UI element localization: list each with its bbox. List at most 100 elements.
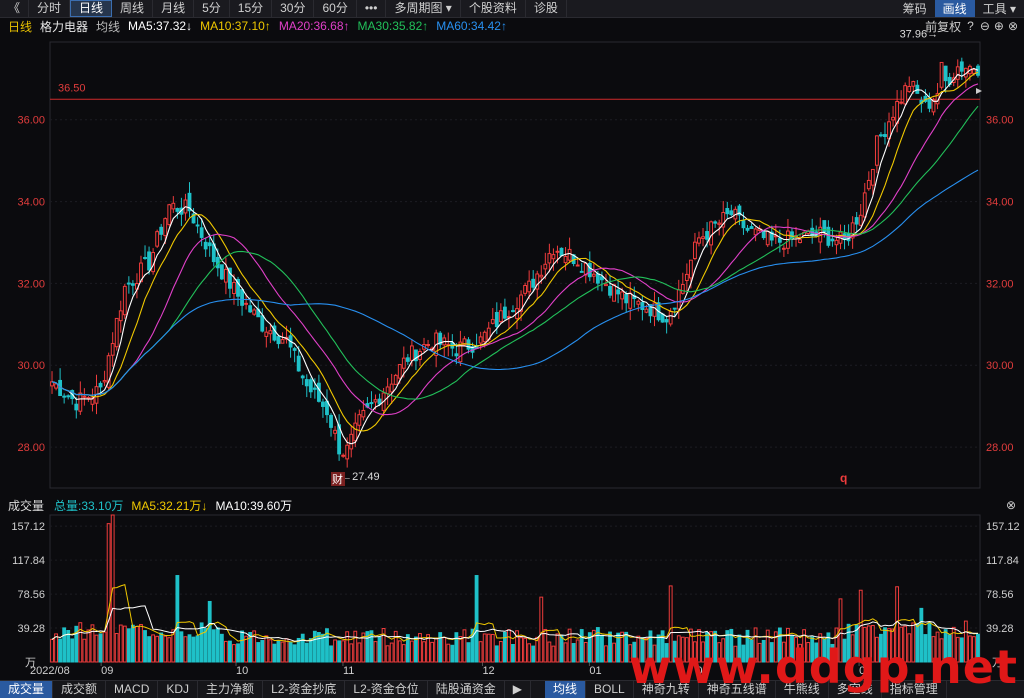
volume-bar [551, 645, 556, 663]
volume-bar [462, 629, 467, 663]
candle-body [389, 383, 394, 393]
candle-body [361, 409, 366, 418]
candle-body [494, 311, 499, 328]
indicator-tab-5[interactable]: L2-资金抄底 [263, 681, 346, 698]
volume-bar [519, 637, 523, 663]
candle-body [300, 375, 305, 379]
volume-bar [600, 634, 604, 663]
candle-body [385, 386, 390, 395]
candle-body [931, 99, 936, 113]
candle-body [110, 343, 115, 356]
hline-label: 36.50 [58, 82, 86, 94]
candle-body [260, 315, 265, 332]
candle-body [195, 224, 200, 227]
candle-body [620, 291, 625, 300]
volume-bar [458, 636, 463, 663]
volume-bar [66, 629, 71, 663]
price-tick-left: 34.00 [17, 197, 45, 209]
candle-body [240, 289, 244, 306]
volume-bar [256, 642, 261, 663]
candle-body [672, 307, 677, 310]
volume-bar [385, 645, 390, 663]
volume-bar [434, 637, 439, 663]
candle-body [171, 202, 176, 210]
volume-bar [531, 645, 536, 663]
x-label: 11 [343, 665, 354, 677]
candle-body [143, 257, 147, 260]
volume-bar [369, 630, 374, 663]
volume-bar [223, 640, 228, 663]
candle-body [264, 331, 269, 337]
candle-body [199, 227, 204, 238]
candle-body [409, 345, 414, 361]
volume-bar [389, 642, 394, 663]
volume-bar [106, 523, 111, 663]
candle-body [147, 251, 151, 271]
candle-body [899, 101, 904, 104]
candle-body [167, 204, 172, 226]
candle-body [955, 66, 960, 80]
candle-body [854, 217, 859, 225]
candle-body [701, 236, 705, 239]
price-panel [49, 41, 981, 489]
volume-bar [583, 641, 588, 663]
volume-bar [272, 643, 277, 663]
candle-body [159, 226, 164, 235]
volume-bar [466, 642, 471, 663]
candle-body [834, 239, 839, 246]
volume-bar [228, 640, 232, 663]
indicator-tab-8[interactable]: ▶ [505, 681, 532, 698]
volume-tick-left: 117.84 [12, 555, 45, 567]
volume-bar [118, 624, 123, 663]
indicator-tab-10[interactable]: BOLL [586, 681, 634, 698]
candle-body [454, 353, 459, 357]
candle-body [126, 282, 131, 285]
indicator-tab-9[interactable]: 均线 [545, 681, 587, 698]
volume-bar [155, 635, 160, 663]
volume-bar [357, 642, 362, 663]
candle-body [563, 255, 568, 264]
candle-body [114, 317, 119, 348]
candle-body [790, 231, 794, 239]
indicator-tab-1[interactable]: 成交额 [53, 681, 107, 698]
candle-body [232, 281, 236, 294]
candle-body [972, 69, 976, 74]
candle-body [624, 293, 629, 304]
candle-body [276, 336, 281, 345]
candle-body [555, 250, 560, 253]
candle-body [640, 302, 645, 311]
candle-body [608, 285, 612, 296]
candle-body [329, 414, 333, 428]
kline-chart[interactable]: 36.00 36.00 34.00 34.00 32.00 32.00 30.00 30.00… [0, 0, 1024, 697]
candle-body [874, 135, 879, 166]
volume-bar [260, 640, 265, 663]
low-annotation: ←27.49 [341, 471, 380, 483]
indicator-tab-2[interactable]: MACD [106, 681, 159, 698]
volume-bar [280, 641, 285, 663]
volume-bar [54, 633, 58, 663]
candle-body [668, 311, 673, 325]
indicator-tab-4[interactable]: 主力净额 [198, 681, 264, 698]
volume-bar [604, 645, 608, 663]
candle-body [862, 192, 867, 218]
volume-bar [264, 635, 269, 663]
candle-body [502, 306, 507, 319]
indicator-tab-3[interactable]: KDJ [158, 681, 199, 698]
candle-body [628, 292, 633, 309]
volume-bar [446, 643, 451, 663]
candle-body [705, 231, 709, 240]
volume-bar [90, 624, 95, 663]
candle-body [911, 81, 916, 87]
volume-bar [559, 634, 564, 663]
candle-body [709, 221, 714, 246]
candle-body [405, 357, 410, 362]
volume-bar [308, 638, 313, 663]
volume-tick-right: 39.28 [986, 623, 1014, 635]
indicator-tab-6[interactable]: L2-资金仓位 [345, 681, 428, 698]
candle-body [426, 344, 430, 347]
volume-bar [98, 633, 103, 663]
volume-bar [58, 638, 63, 663]
indicator-tab-7[interactable]: 陆股通资金 [428, 681, 505, 698]
candle-body [207, 242, 212, 247]
indicator-tab-0[interactable]: 成交量 [0, 681, 54, 698]
